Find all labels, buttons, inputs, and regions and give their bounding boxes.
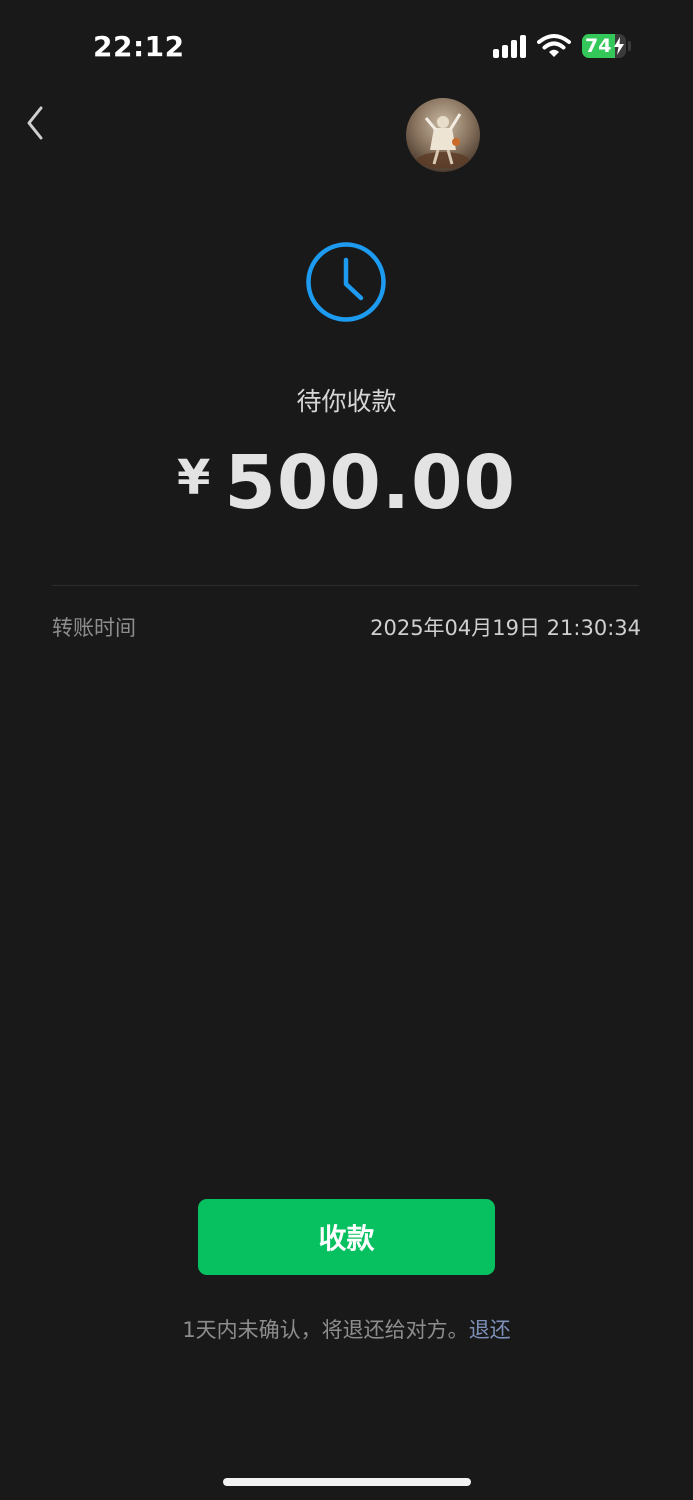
avatar[interactable] <box>406 98 480 172</box>
transfer-time-label: 转账时间 <box>52 616 136 640</box>
chevron-left-icon[interactable] <box>20 104 52 142</box>
notice-text: 1天内未确认，将退还给对方。 <box>182 1318 469 1342</box>
transfer-screen: 22:12 74 待你收款 ¥ 500.00 转账时间 2025年04月19日 … <box>0 0 693 1500</box>
home-indicator[interactable] <box>223 1478 471 1486</box>
wifi-icon <box>537 34 571 57</box>
cellular-signal-icon <box>493 35 526 58</box>
amount-value: 500.00 <box>224 440 516 526</box>
status-time: 22:12 <box>93 30 185 63</box>
battery-cap <box>628 41 631 51</box>
bolt-icon <box>614 37 624 55</box>
return-link[interactable]: 退还 <box>469 1318 511 1342</box>
battery-level: 74 <box>585 35 612 57</box>
clock-icon <box>306 242 386 322</box>
divider <box>52 585 639 586</box>
battery-indicator: 74 <box>582 34 626 58</box>
currency-symbol: ¥ <box>177 450 211 506</box>
avatar-figure <box>417 113 469 168</box>
refund-notice: 1天内未确认，将退还给对方。退还 <box>0 1314 693 1344</box>
transfer-status: 待你收款 <box>296 387 397 416</box>
transfer-time-value: 2025年04月19日 21:30:34 <box>370 616 641 640</box>
transfer-amount: ¥500.00 <box>0 440 693 526</box>
receive-button[interactable]: 收款 <box>198 1199 495 1275</box>
